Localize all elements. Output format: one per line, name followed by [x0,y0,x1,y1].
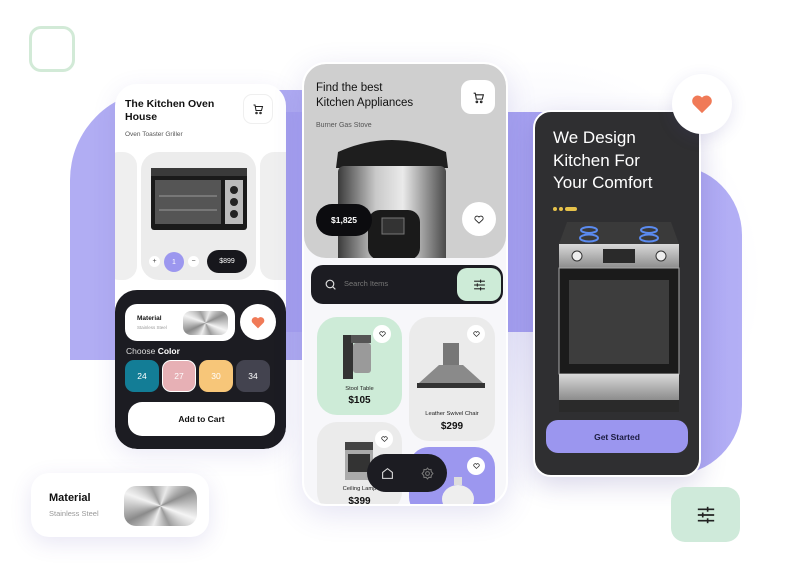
title-line: Kitchen For [553,150,640,170]
onboarding-title: We Design Kitchen For Your Comfort [553,127,653,195]
range-stove-image [558,222,680,412]
filter-button[interactable] [457,268,501,301]
price-badge: $899 [207,250,247,273]
carousel-prev-card[interactable] [115,152,137,280]
search-input[interactable]: Search Items [344,279,388,288]
product-detail-screen: The Kitchen Oven House Oven Toaster Gril… [115,84,286,449]
hero-title: Find the best Kitchen Appliances [316,81,413,111]
sliders-icon [473,279,485,290]
coffee-grinder-image [343,335,371,379]
page-indicator [553,207,577,211]
heart-outline-icon [380,436,388,442]
heart-icon [251,316,265,328]
material-selector[interactable]: Material Stainless Steel [125,304,235,341]
favorite-button[interactable] [373,325,391,343]
heart-icon [692,95,712,114]
add-to-cart-button[interactable]: Add to Cart [128,402,275,436]
hero-title-line: Find the best [316,82,383,94]
product-price: $105 [348,395,371,406]
title-line: Your Comfort [553,173,653,192]
title-line: We Design [553,128,636,147]
quantity-plus-button[interactable]: + [149,256,160,267]
bottom-navigation [367,454,447,492]
material-value: Stainless Steel [49,509,99,518]
search-icon [325,279,336,290]
heart-outline-icon [472,331,480,337]
product-name: Stool Table [345,386,374,392]
quantity-minus-button[interactable]: − [188,256,199,267]
cart-icon [253,104,264,115]
page-dot [559,207,563,211]
material-label: Material [137,315,162,322]
range-hood-image [417,343,485,388]
page-dot-active [565,207,577,211]
product-subtitle: Oven Toaster Griller [125,131,183,138]
heart-outline-icon [378,331,386,337]
carousel-next-card[interactable] [260,152,286,280]
decorative-square [29,26,75,72]
hero-title-line: Kitchen Appliances [316,97,414,109]
quantity-value: 1 [164,252,184,272]
color-option-selected[interactable]: 27 [162,360,196,392]
steel-swatch [124,486,197,526]
cart-icon [473,92,484,103]
onboarding-screen: We Design Kitchen For Your Comfort Get S… [533,110,701,477]
color-option[interactable]: 24 [125,360,159,392]
favorite-button[interactable] [375,430,393,448]
favorite-button[interactable] [240,304,276,340]
price-badge: $1,825 [316,204,372,236]
product-name: Leather Swivel Chair [425,411,479,417]
product-card[interactable]: Stool Table $105 [317,317,402,415]
favorite-button[interactable] [467,325,485,343]
rice-cooker-image [336,140,448,258]
color-label-text: Color [157,346,180,356]
cart-button[interactable] [243,94,273,124]
material-label: Material [49,492,91,504]
sliders-icon [697,506,714,523]
cart-button[interactable] [461,80,495,114]
color-option[interactable]: 30 [199,360,233,392]
filter-button[interactable] [671,487,740,542]
settings-icon[interactable] [420,466,434,480]
favorite-button[interactable] [672,74,732,134]
options-panel: Material Stainless Steel Choose Color 24… [115,290,286,449]
page-dot [553,207,557,211]
product-price: $399 [348,496,371,506]
store-title: The Kitchen Oven House [125,98,215,123]
choose-label-text: Choose [126,346,156,356]
featured-product[interactable]: Find the best Kitchen Appliances Burner G… [304,64,506,258]
home-icon[interactable] [381,467,394,480]
color-option[interactable]: 34 [236,360,270,392]
color-options: 24 27 30 34 [125,360,270,392]
search-bar[interactable]: Search Items [311,265,503,304]
product-price: $299 [440,421,464,432]
steel-swatch [183,311,228,335]
catalog-screen: Find the best Kitchen Appliances Burner G… [302,62,508,506]
material-card[interactable]: Material Stainless Steel [31,473,209,537]
heart-outline-icon [474,215,484,224]
get-started-button[interactable]: Get Started [546,420,688,453]
toaster-oven-image [151,168,247,230]
product-card[interactable]: + 1 − $899 [141,152,256,280]
hero-subtitle: Burner Gas Stove [316,122,372,129]
product-card[interactable]: Leather Swivel Chair $299 [409,317,495,441]
favorite-button[interactable] [462,202,496,236]
material-value: Stainless Steel [137,325,167,330]
choose-color-label: Choose Color [126,346,180,356]
heart-outline-icon [472,463,480,469]
